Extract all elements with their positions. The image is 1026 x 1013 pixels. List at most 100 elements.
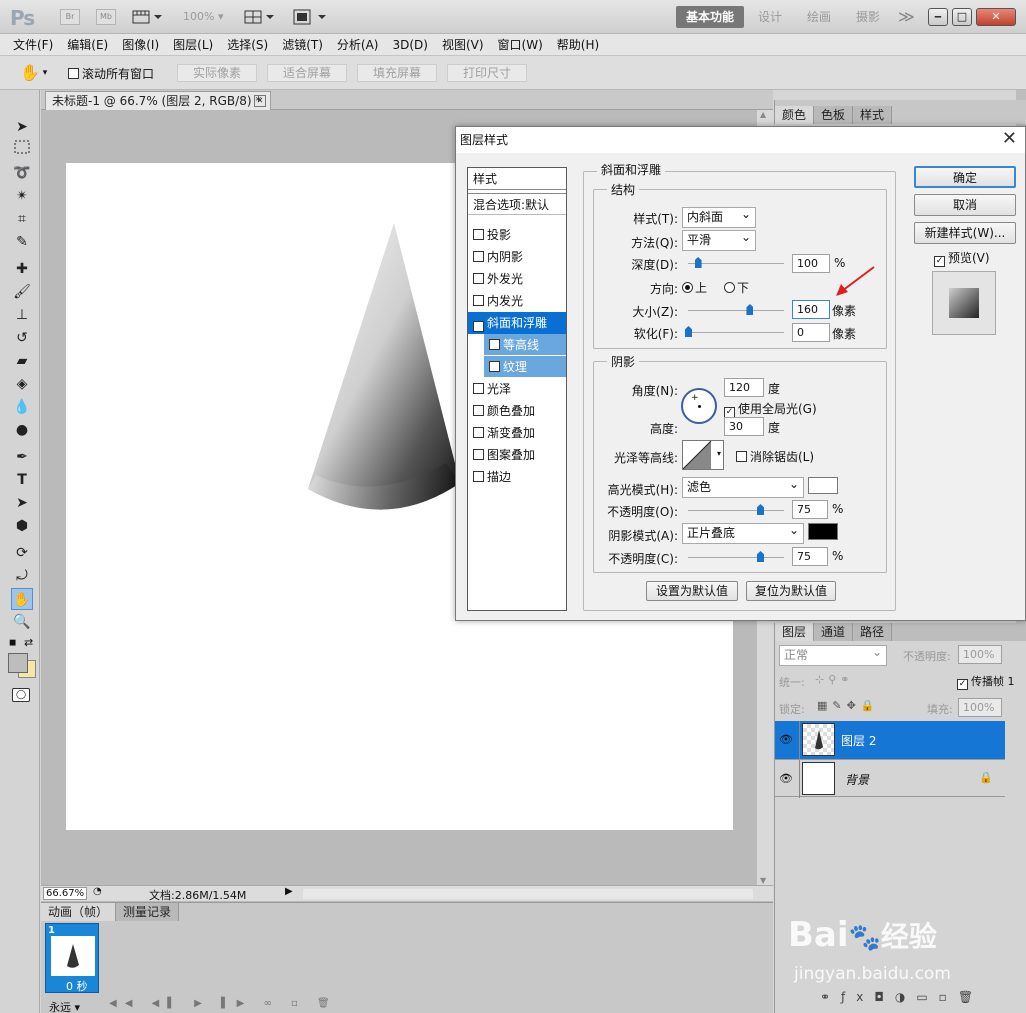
foreground-color-swatch[interactable] [8, 653, 28, 673]
style-item-checkbox[interactable] [473, 295, 484, 306]
reset-default-button[interactable]: 复位为默认值 [746, 581, 836, 601]
new-style-button[interactable]: 新建样式(W)... [914, 222, 1016, 244]
technique-select[interactable]: 平滑 [682, 228, 756, 251]
shape-tool-icon[interactable]: ⬢ [11, 515, 33, 537]
menu-layer[interactable]: 图层(L) [166, 34, 220, 56]
style-item-checkbox[interactable]: ✓ [473, 321, 484, 332]
close-document-icon[interactable]: ✕ [254, 95, 266, 107]
layer-row-background[interactable]: 👁 背景 🔒 [775, 759, 1005, 798]
style-item[interactable]: 外发光 [468, 268, 566, 290]
menu-window[interactable]: 窗口(W) [491, 34, 550, 56]
eraser-tool-icon[interactable]: ▰ [11, 350, 33, 372]
menu-edit[interactable]: 编辑(E) [60, 34, 115, 56]
3d-rotate-tool-icon[interactable]: ⟳ [11, 542, 33, 564]
move-tool-icon[interactable]: ➤ [11, 116, 33, 138]
visibility-eye-icon[interactable]: 👁 [779, 733, 793, 746]
lasso-tool-icon[interactable]: ➰ [11, 162, 33, 184]
make-default-button[interactable]: 设置为默认值 [646, 581, 738, 601]
frame-delay[interactable]: 0 秒 [66, 978, 88, 994]
magic-wand-tool-icon[interactable]: ✴ [11, 185, 33, 207]
horizontal-scrollbar[interactable] [303, 889, 753, 899]
zoom-level-combo[interactable]: 100% ▾ [183, 10, 223, 23]
actual-pixels-button[interactable]: 实际像素 [177, 64, 257, 82]
menu-image[interactable]: 图像(I) [115, 34, 166, 56]
style-item[interactable]: 描边 [468, 466, 566, 488]
shadow-opacity-track[interactable] [688, 557, 784, 558]
clone-stamp-tool-icon[interactable]: ⊥ [11, 304, 33, 326]
size-field[interactable]: 160 [792, 300, 830, 319]
menu-analysis[interactable]: 分析(A) [330, 34, 386, 56]
direction-down-radio[interactable]: 下 [724, 279, 749, 296]
gloss-contour-picker[interactable]: ▾ [682, 440, 724, 470]
marquee-tool-icon[interactable] [11, 139, 33, 161]
menu-file[interactable]: 文件(F) [6, 34, 60, 56]
layer-name[interactable]: 背景 [845, 771, 869, 788]
style-item[interactable]: 颜色叠加 [468, 400, 566, 422]
shadow-opacity-field[interactable]: 75 [792, 547, 828, 566]
status-menu-arrow-icon[interactable]: ▶ [285, 886, 293, 897]
style-item-checkbox[interactable] [473, 251, 484, 262]
style-item[interactable]: 纹理 [484, 356, 566, 378]
menu-help[interactable]: 帮助(H) [550, 34, 606, 56]
visibility-eye-icon[interactable]: 👁 [779, 772, 793, 785]
minimize-button[interactable]: ‒ [928, 8, 948, 26]
highlight-color-swatch[interactable] [808, 477, 838, 494]
size-slider-track[interactable] [688, 310, 784, 311]
style-item-checkbox[interactable] [473, 273, 484, 284]
healing-brush-tool-icon[interactable]: ✚ [11, 258, 33, 280]
tab-color[interactable]: 颜色 [775, 106, 815, 124]
menu-select[interactable]: 选择(S) [220, 34, 275, 56]
style-item-checkbox[interactable] [489, 361, 500, 372]
style-item[interactable]: 投影 [468, 224, 566, 246]
bevel-style-select[interactable]: 内斜面 [682, 205, 756, 228]
shadow-color-swatch[interactable] [808, 523, 838, 540]
arrange-documents-icon[interactable] [244, 9, 274, 25]
tab-animation-frames[interactable]: 动画（帧） [41, 903, 117, 921]
soften-field[interactable]: 0 [792, 323, 830, 342]
fit-screen-button[interactable]: 适合屏幕 [267, 64, 347, 82]
print-size-button[interactable]: 打印尺寸 [447, 64, 527, 82]
depth-slider-track[interactable] [688, 263, 784, 264]
scroll-all-windows-checkbox[interactable]: 滚动所有窗口 [68, 65, 154, 82]
hand-tool-preset-icon[interactable]: ✋ ▾ [20, 63, 47, 82]
style-item[interactable]: 光泽 [468, 378, 566, 400]
eyedropper-tool-icon[interactable]: ✎ [11, 231, 33, 253]
tab-paths[interactable]: 路径 [853, 623, 893, 641]
tab-channels[interactable]: 通道 [814, 623, 854, 641]
zoom-status-field[interactable]: 66.67% [43, 887, 87, 900]
ok-button[interactable]: 确定 [914, 166, 1016, 188]
blend-options-item[interactable]: 混合选项:默认 [468, 193, 566, 215]
type-tool-icon[interactable]: T [11, 469, 33, 491]
loop-option[interactable]: 永远 ▾ [49, 999, 80, 1013]
quick-mask-icon[interactable]: ◯ [12, 688, 30, 702]
playback-controls[interactable]: ◀◀ ◀▌ ▶ ▌▶ ∞ ▫ 🗑 [109, 998, 338, 1009]
layer-opacity-field[interactable]: 100% [958, 645, 1002, 664]
highlight-opacity-track[interactable] [688, 510, 784, 511]
menu-filter[interactable]: 滤镜(T) [275, 34, 330, 56]
view-extras-icon[interactable] [132, 9, 162, 25]
bridge-button[interactable]: Br [60, 9, 80, 25]
workspace-painting[interactable]: 绘画 [797, 6, 841, 28]
style-item[interactable]: 图案叠加 [468, 444, 566, 466]
style-item[interactable]: 内发光 [468, 290, 566, 312]
workspace-essentials[interactable]: 基本功能 [676, 6, 745, 28]
angle-dial[interactable]: + [681, 388, 717, 424]
anti-alias-checkbox[interactable]: 消除锯齿(L) [736, 448, 814, 465]
mini-bridge-button[interactable]: Mb [96, 9, 116, 25]
paint-bucket-tool-icon[interactable]: ◈ [11, 373, 33, 395]
highlight-opacity-field[interactable]: 75 [792, 500, 828, 519]
history-brush-tool-icon[interactable]: ↺ [11, 327, 33, 349]
path-selection-tool-icon[interactable]: ➤ [11, 492, 33, 514]
document-tab[interactable]: 未标题-1 @ 66.7% (图层 2, RGB/8) * ✕ [45, 91, 271, 110]
fill-field[interactable]: 100% [958, 698, 1002, 717]
close-app-button[interactable]: ✕ [976, 8, 1016, 26]
style-item-checkbox[interactable] [473, 383, 484, 394]
style-item-checkbox[interactable] [473, 449, 484, 460]
style-item-checkbox[interactable] [473, 229, 484, 240]
default-colors-icon[interactable]: ◼ [9, 638, 16, 648]
hand-tool-icon[interactable]: ✋ [11, 588, 33, 610]
menu-view[interactable]: 视图(V) [435, 34, 491, 56]
tab-styles[interactable]: 样式 [853, 106, 893, 124]
soften-slider-track[interactable] [688, 332, 784, 333]
cancel-button[interactable]: 取消 [914, 194, 1016, 216]
